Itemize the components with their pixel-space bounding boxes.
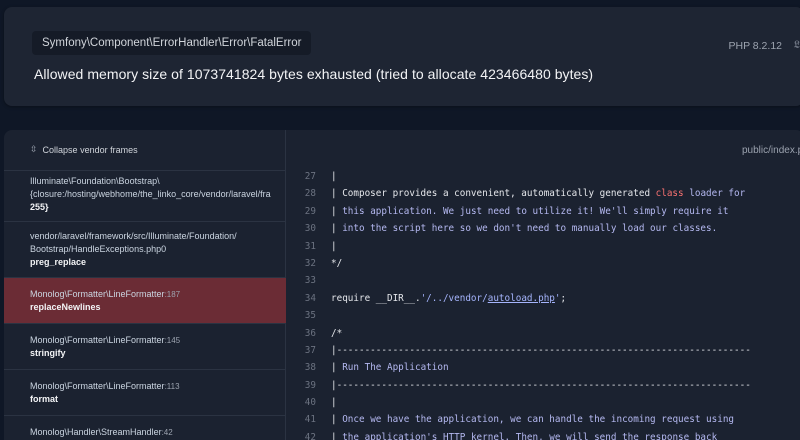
file-path[interactable]: public/index.php: [742, 145, 800, 156]
line-text: |: [331, 397, 337, 409]
collapse-vendor-frames-button[interactable]: ⇳ Collapse vendor frames: [30, 144, 138, 155]
code-line: 28 | Composer provides a convenient, auto…: [286, 185, 800, 202]
stack-frame-active[interactable]: Monolog\Formatter\LineFormatter:187 repl…: [4, 277, 286, 323]
php-version: PHP 8.2.12: [728, 40, 782, 52]
frame-line: :42: [161, 428, 173, 437]
collapse-label: Collapse vendor frames: [42, 144, 138, 155]
line-number: 28: [304, 188, 316, 200]
stack-frame[interactable]: Monolog\Handler\StreamHandler:42: [4, 415, 286, 440]
line-number: 35: [304, 310, 316, 322]
line-text: | Composer provides a convenient, automa…: [331, 188, 746, 200]
frame-line: :113: [164, 382, 180, 391]
frame-function: 255}: [30, 202, 49, 212]
code-line: 37 |-------------------------------------…: [286, 342, 800, 359]
line-text: [316, 272, 331, 289]
line-text: | this application. We just need to util…: [331, 205, 729, 217]
frame-function: format: [30, 394, 59, 404]
frame-line: :145: [164, 336, 181, 345]
line-text: /*: [331, 327, 343, 339]
code-line: 38 | Run The Application: [286, 359, 800, 376]
line-number: 29: [304, 205, 316, 217]
collapse-arrows-icon: ⇳: [30, 144, 38, 154]
line-text: require __DIR__.'/../vendor/autoload.php…: [331, 292, 567, 304]
code-line: 34 require __DIR__.'/../vendor/autoload.p…: [286, 290, 800, 307]
line-text: | the application's HTTP kernel. Then, w…: [331, 431, 718, 440]
code-line: 29 | this application. We just need to ut…: [286, 203, 800, 220]
exception-header: Symfony\Component\ErrorHandler\Error\Fat…: [4, 7, 800, 106]
line-number: 36: [304, 327, 316, 339]
frame-function: stringify: [30, 348, 66, 358]
line-number: 32: [304, 257, 316, 269]
code-snippet-panel: public/index.php 27 | 28 | Composer provide…: [286, 130, 800, 440]
frames-panel: ⇳ Collapse vendor frames Illuminate\Foun…: [4, 130, 286, 440]
line-text: |: [331, 171, 337, 182]
laravel-icon: 𝕷: [793, 39, 800, 51]
frame-function: replaceNewlines: [30, 302, 101, 312]
exception-class[interactable]: Symfony\Component\ErrorHandler\Error\Fat…: [32, 31, 312, 55]
frame-file-continued: Bootstrap/HandleExceptions.php: [30, 244, 162, 254]
frame-file: Monolog\Formatter\LineFormatter: [30, 335, 165, 345]
stack-frame[interactable]: Monolog\Formatter\LineFormatter:145 stri…: [4, 323, 286, 369]
frame-file: Illuminate\Foundation\Bootstrap\: [30, 176, 160, 186]
frame-line: :187: [164, 290, 181, 299]
code-line: 30 | into the script here so we don't nee…: [286, 220, 800, 237]
code-line: 31 |: [286, 238, 800, 255]
line-text: | into the script here so we don't need …: [331, 223, 718, 235]
line-text: |---------------------------------------…: [331, 379, 751, 391]
line-number: 31: [304, 240, 316, 252]
line-number: 30: [304, 223, 316, 235]
line-text: |---------------------------------------…: [331, 344, 751, 356]
code-line: 40 |: [286, 394, 800, 411]
code-line: 41 | Once we have the application, we can…: [286, 411, 800, 428]
line-text: | Once we have the application, we can h…: [331, 414, 735, 426]
exception-message: Allowed memory size of 1073741824 bytes …: [34, 66, 594, 82]
line-text: */: [331, 257, 343, 269]
frame-function: preg_replace: [30, 257, 87, 267]
frame-file: Monolog\Formatter\LineFormatter: [30, 289, 165, 299]
line-number: 42: [304, 431, 316, 440]
line-text: [316, 307, 331, 324]
frame-line: 0: [161, 244, 167, 254]
code-line: 39 |-------------------------------------…: [286, 377, 800, 394]
stack-frame[interactable]: Illuminate\Foundation\Bootstrap\ {closur…: [4, 170, 286, 221]
code-line: 35: [286, 307, 800, 324]
line-number: 38: [304, 362, 316, 374]
frame-file: Monolog\Handler\StreamHandler: [30, 427, 162, 437]
line-number: 37: [304, 344, 316, 356]
line-number: 40: [304, 397, 316, 409]
line-number: 34: [304, 292, 316, 304]
code-lines: 27 | 28 | Composer provides a convenient, a…: [286, 168, 800, 440]
stack-frame[interactable]: Monolog\Formatter\LineFormatter:113 form…: [4, 369, 286, 415]
code-line: 36 /*: [286, 325, 800, 342]
frame-file-continued: {closure:/hosting/webhome/the_linko_core…: [30, 189, 271, 199]
line-number: 33: [304, 275, 316, 287]
frame-file: vendor/laravel/framework/src/Illuminate/…: [30, 231, 237, 241]
line-text: |: [331, 240, 337, 252]
code-line: 42 | the application's HTTP kernel. Then,…: [286, 429, 800, 440]
code-line: 27 |: [286, 168, 800, 185]
line-text: | Run The Application: [331, 362, 449, 374]
stack-trace-card: ⇳ Collapse vendor frames Illuminate\Foun…: [4, 130, 800, 440]
stack-frame[interactable]: vendor/laravel/framework/src/Illuminate/…: [4, 221, 286, 277]
frame-file: Monolog\Formatter\LineFormatter: [30, 381, 165, 391]
code-line: 33: [286, 272, 800, 289]
line-number: 39: [304, 379, 316, 391]
line-number: 41: [304, 414, 316, 426]
line-number: 27: [304, 171, 316, 182]
code-line: 32 */: [286, 255, 800, 272]
